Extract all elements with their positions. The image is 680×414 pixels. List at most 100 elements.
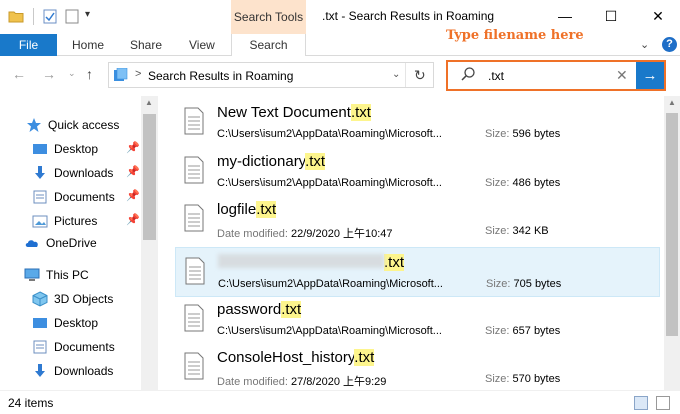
list-item[interactable]: my-dictionary.txt C:\Users\isum2\AppData… <box>175 147 660 197</box>
new-folder-icon[interactable] <box>64 9 80 24</box>
results-list: New Text Document.txt C:\Users\isum2\App… <box>158 96 664 390</box>
sidebar-scrollbar[interactable]: ▲ <box>141 96 158 390</box>
file-name-base: logfile <box>217 201 257 218</box>
tab-home[interactable]: Home <box>72 34 104 56</box>
list-item[interactable]: New Text Document.txt C:\Users\isum2\App… <box>175 98 660 148</box>
cloud-icon <box>25 240 38 247</box>
download-icon <box>35 364 45 377</box>
sidebar-item-label: Desktop <box>54 316 99 330</box>
redacted-file-name <box>218 254 384 268</box>
status-bar: 24 items <box>0 390 680 414</box>
file-name-base: password <box>217 301 282 318</box>
pin-icon: 📌 <box>126 166 140 178</box>
large-icons-view-icon[interactable] <box>656 396 670 410</box>
size-label: Size: <box>486 278 511 290</box>
file-size: Size: 570 bytes <box>485 373 560 385</box>
text-file-icon <box>184 352 204 380</box>
list-item[interactable]: password.txt C:\Users\isum2\AppData\Roam… <box>175 295 660 345</box>
close-button[interactable]: ✕ <box>643 5 673 27</box>
scroll-up-arrow-icon[interactable]: ▲ <box>145 98 153 107</box>
properties-icon[interactable] <box>42 9 58 24</box>
expand-ribbon-icon[interactable]: ⌄ <box>640 38 649 51</box>
documents-icon <box>33 190 47 204</box>
tab-search[interactable]: Search <box>231 34 306 56</box>
search-box[interactable]: .txt ✕ → <box>446 60 666 91</box>
sidebar-item-label: Downloads <box>54 166 114 180</box>
file-extension-highlight: .txt <box>354 349 375 366</box>
recent-locations-icon[interactable]: ⌄ <box>68 68 76 79</box>
file-path: C:\Users\isum2\AppData\Roaming\Microsoft… <box>217 128 442 140</box>
pin-icon: 📌 <box>126 214 140 226</box>
up-button[interactable]: ↑ <box>86 66 93 82</box>
scroll-up-arrow-icon[interactable]: ▲ <box>668 98 676 107</box>
list-item-selected[interactable]: .txt C:\Users\isum2\AppData\Roaming\Micr… <box>175 247 660 297</box>
file-name: my-dictionary.txt <box>217 153 326 170</box>
date-modified-label: Date modified: <box>217 228 288 240</box>
pin-icon: 📌 <box>126 142 140 154</box>
desktop-icon <box>33 144 47 154</box>
maximize-button[interactable]: ☐ <box>596 5 626 27</box>
sidebar-item-label: Quick access <box>48 118 120 132</box>
search-results-icon <box>114 68 128 81</box>
folder-icon[interactable] <box>8 9 24 24</box>
size-label: Size: <box>485 128 510 140</box>
file-path: C:\Users\isum2\AppData\Roaming\Microsoft… <box>217 325 442 337</box>
quick-access-divider <box>33 8 34 25</box>
address-bar[interactable]: > Search Results in Roaming ⌄ ↻ <box>108 62 434 88</box>
forward-button[interactable]: → <box>42 66 56 82</box>
date-modified-label: Date modified: <box>217 376 288 388</box>
size-label: Size: <box>485 177 510 189</box>
minimize-button[interactable]: — <box>550 5 580 27</box>
back-button[interactable]: ← <box>12 66 26 82</box>
item-count: 24 items <box>8 396 54 410</box>
list-item[interactable]: logfile.txt Date modified: 22/9/2020 上午1… <box>175 195 660 245</box>
search-go-button[interactable]: → <box>636 62 664 89</box>
size-label: Size: <box>485 325 510 337</box>
file-name-base: my-dictionary <box>217 153 306 170</box>
computer-icon <box>24 268 40 281</box>
date-modified-value: 27/8/2020 上午9:29 <box>291 376 387 388</box>
breadcrumb-location[interactable]: Search Results in Roaming <box>148 69 293 83</box>
file-name: New Text Document.txt <box>217 104 371 121</box>
search-icon <box>461 67 475 81</box>
file-extension-highlight: .txt <box>305 153 326 170</box>
file-extension-highlight: .txt <box>281 301 302 318</box>
search-input[interactable]: .txt <box>488 69 504 83</box>
tab-view[interactable]: View <box>189 34 215 56</box>
file-size: Size: 342 KB <box>485 225 549 237</box>
sidebar-scroll-thumb[interactable] <box>143 114 156 240</box>
results-scrollbar[interactable]: ▲ <box>664 96 680 390</box>
results-scroll-thumb[interactable] <box>666 113 678 336</box>
sidebar-item-label: Pictures <box>54 214 98 228</box>
file-name: password.txt <box>217 301 302 318</box>
pin-icon: 📌 <box>126 190 140 202</box>
text-file-icon <box>185 257 205 285</box>
sidebar-item-label: Downloads <box>54 364 114 378</box>
clear-search-icon[interactable]: ✕ <box>616 67 628 84</box>
tab-file[interactable]: File <box>0 34 57 56</box>
list-item[interactable]: ConsoleHost_history.txt Date modified: 2… <box>175 343 660 393</box>
cube-icon <box>32 291 48 307</box>
navigation-pane: Quick access Desktop 📌 Downloads 📌 Docum… <box>0 96 158 390</box>
star-icon <box>27 118 41 132</box>
file-path: C:\Users\isum2\AppData\Roaming\Microsoft… <box>218 278 443 290</box>
tab-share[interactable]: Share <box>130 34 162 56</box>
text-file-icon <box>184 107 204 135</box>
help-icon[interactable]: ? <box>662 37 677 52</box>
quick-access-dropdown-icon[interactable]: ▾ <box>85 9 90 20</box>
file-name: ConsoleHost_history.txt <box>217 349 375 366</box>
size-value: 342 KB <box>512 225 549 237</box>
desktop-icon <box>33 318 47 328</box>
refresh-divider <box>405 63 406 87</box>
file-size: Size: 657 bytes <box>485 325 560 337</box>
breadcrumb-separator[interactable]: > <box>135 68 141 80</box>
details-view-icon[interactable] <box>634 396 648 410</box>
address-dropdown-icon[interactable]: ⌄ <box>392 69 400 80</box>
refresh-button[interactable]: ↻ <box>414 67 426 84</box>
sidebar-item-label: Documents <box>54 340 115 354</box>
file-date: Date modified: 22/9/2020 上午10:47 <box>217 225 393 241</box>
sidebar-item-label: OneDrive <box>46 236 97 250</box>
file-size: Size: 596 bytes <box>485 128 560 140</box>
size-value: 705 bytes <box>513 278 562 290</box>
file-name: logfile.txt <box>217 201 277 218</box>
